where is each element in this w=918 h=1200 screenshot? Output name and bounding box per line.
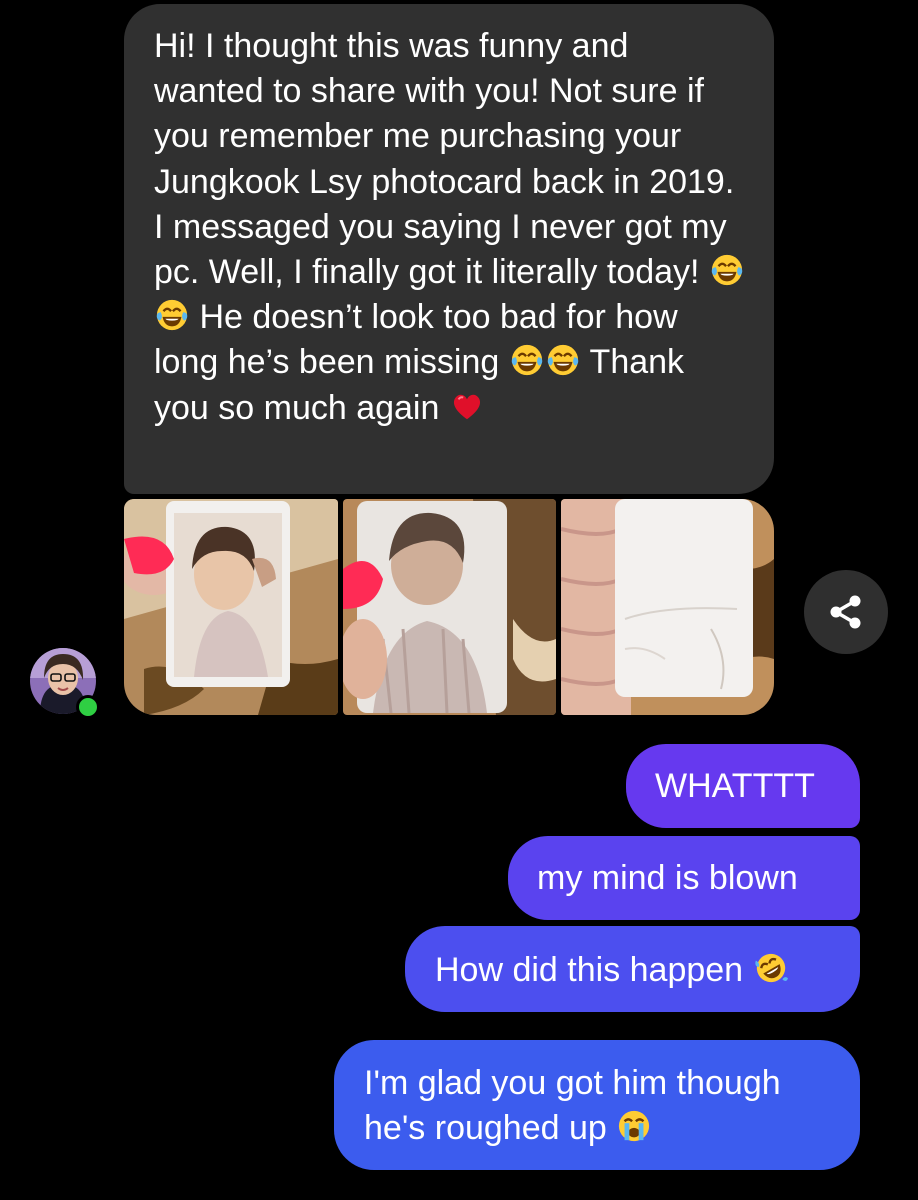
outgoing-message-bubble[interactable]: WHATTTT: [626, 744, 860, 828]
outgoing-message-text: How did this happen: [435, 951, 753, 989]
tears-of-joy-emoji: [547, 345, 578, 376]
contact-avatar[interactable]: [30, 648, 100, 719]
photo-attachments: [124, 499, 774, 715]
online-status-dot: [76, 695, 100, 719]
red-heart-emoji: [453, 394, 480, 419]
outgoing-message-line-1: I'm glad you got him though: [364, 1064, 781, 1102]
outgoing-message-text: my mind is blown: [537, 859, 798, 897]
tears-of-joy-emoji: [156, 300, 188, 331]
tears-of-joy-emoji: [511, 345, 542, 376]
rolling-on-floor-laughing-emoji: [754, 953, 788, 983]
photocard-back-photo[interactable]: [561, 499, 774, 715]
share-icon: [830, 595, 861, 629]
photocard-front-angle-photo[interactable]: [343, 499, 556, 715]
message-segment-1: Hi! I thought this was funny and wanted …: [154, 27, 735, 292]
outgoing-message-text: he's roughed up: [364, 1109, 617, 1147]
outgoing-message-line-2: he's roughed up: [364, 1106, 860, 1151]
incoming-message-text: Hi! I thought this was funny and wanted …: [154, 24, 746, 431]
outgoing-message-bubble[interactable]: my mind is blown: [508, 836, 860, 920]
outgoing-message-text: WHATTTT: [655, 767, 815, 805]
loudly-crying-emoji: [619, 1110, 650, 1142]
outgoing-message-bubble[interactable]: I'm glad you got him though he's roughed…: [334, 1040, 860, 1170]
outgoing-message-bubble[interactable]: How did this happen: [405, 926, 860, 1012]
photocard-front-photo[interactable]: [124, 499, 338, 715]
incoming-message-bubble[interactable]: Hi! I thought this was funny and wanted …: [124, 4, 774, 494]
share-button[interactable]: [804, 570, 888, 654]
tears-of-joy-emoji: [711, 254, 743, 286]
